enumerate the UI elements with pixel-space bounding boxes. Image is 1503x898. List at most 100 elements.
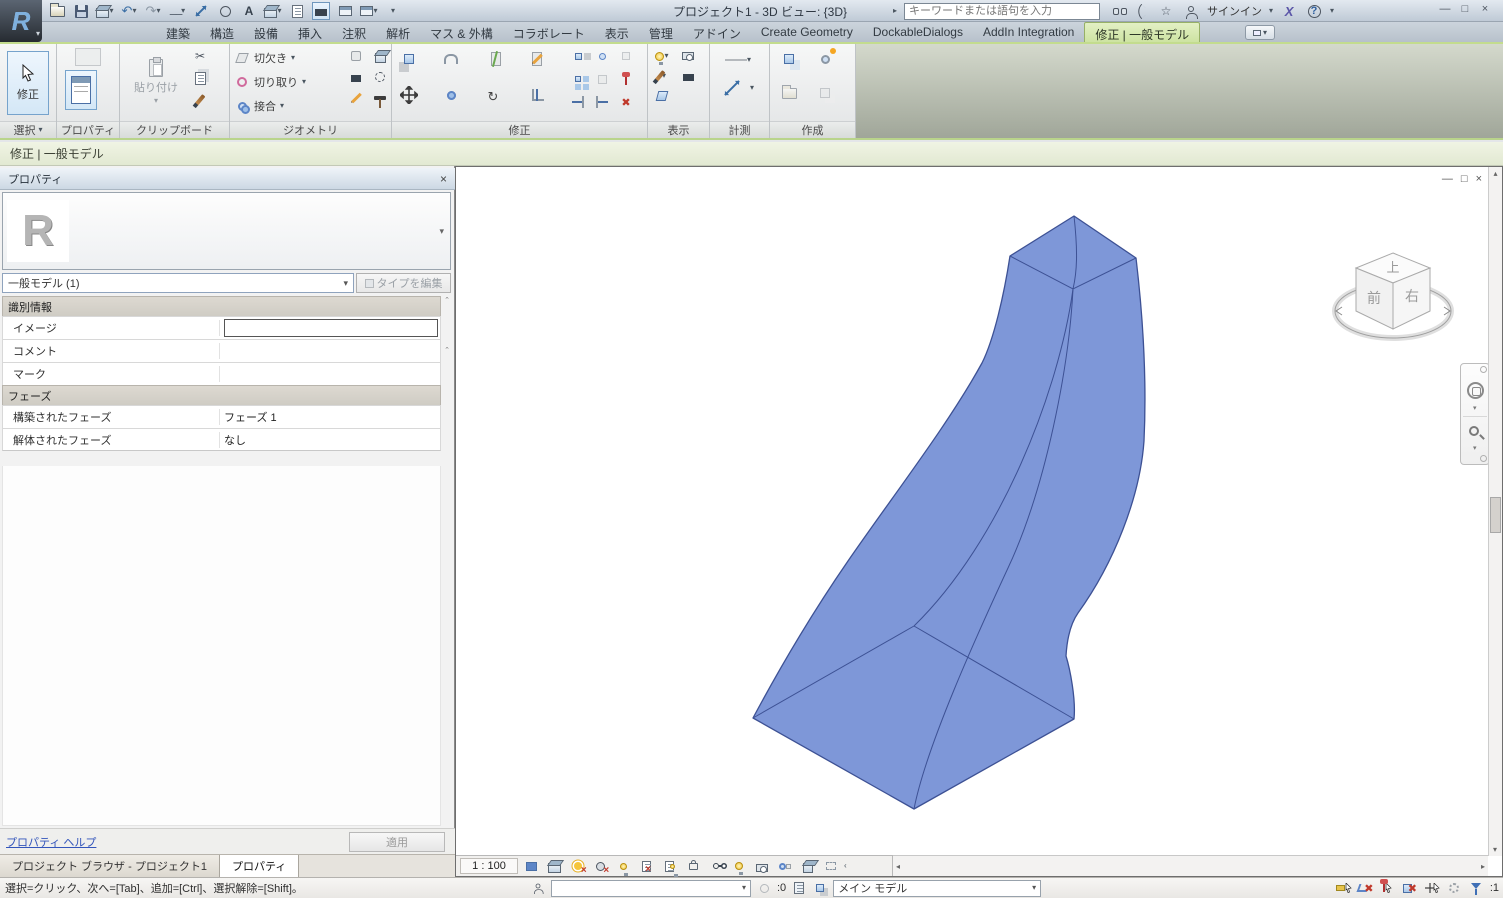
minimize-window-icon[interactable]: —	[1435, 3, 1455, 15]
demolish-icon[interactable]	[372, 48, 388, 64]
favorites-icon[interactable]	[1157, 2, 1175, 20]
properties-help-link[interactable]: プロパティ ヘルプ	[6, 834, 96, 850]
signin-dropdown-icon[interactable]: ▾	[1269, 7, 1273, 15]
tab-view[interactable]: 表示	[595, 22, 639, 42]
search-icon[interactable]	[1107, 2, 1125, 20]
drag-on-selection-toggle-icon[interactable]	[1424, 880, 1440, 896]
paint-icon[interactable]	[348, 48, 364, 64]
select-links-toggle-icon[interactable]	[1336, 880, 1352, 896]
design-options-icon[interactable]	[812, 880, 828, 896]
property-row-mark[interactable]: マーク	[2, 362, 441, 385]
view-restore-icon[interactable]: □	[1461, 173, 1468, 185]
tab-massing-site[interactable]: マス & 外構	[420, 22, 503, 42]
linework-icon[interactable]: ▾	[654, 68, 670, 84]
section-phasing[interactable]: フェーズ	[2, 385, 441, 405]
navigation-bar[interactable]: ▾ ▾	[1460, 363, 1490, 465]
help-dropdown-icon[interactable]: ▾	[1330, 7, 1334, 15]
panel-clipboard-label[interactable]: クリップボード	[120, 121, 229, 138]
worksets-icon[interactable]	[530, 880, 546, 896]
editing-requests-icon[interactable]	[791, 880, 807, 896]
reveal-constraints-icon[interactable]	[821, 858, 840, 875]
tab-structure[interactable]: 構造	[200, 22, 244, 42]
pin-icon[interactable]	[618, 71, 634, 87]
panel-create-label[interactable]: 作成	[770, 121, 855, 138]
tab-addin-integration[interactable]: AddIn Integration	[973, 22, 1084, 42]
displace-elements-icon[interactable]	[654, 88, 670, 104]
analytical-model-icon[interactable]	[775, 858, 794, 875]
switch-windows-icon[interactable]: ▾	[360, 2, 378, 20]
close-hidden-windows-icon[interactable]	[336, 2, 354, 20]
image-value-input[interactable]	[224, 319, 438, 337]
save-icon[interactable]	[72, 2, 90, 20]
search-input[interactable]	[904, 3, 1100, 20]
measure-tool-icon[interactable]: ▾	[718, 80, 758, 96]
type-selector-dropdown[interactable]: 一般モデル (1)▾	[2, 273, 354, 293]
tab-create-geometry[interactable]: Create Geometry	[751, 22, 863, 42]
vertical-scroll-thumb[interactable]	[1490, 497, 1501, 533]
rotate-icon[interactable]	[482, 84, 504, 106]
property-row-comment[interactable]: コメント	[2, 339, 441, 362]
temporary-view-properties-icon[interactable]	[752, 858, 771, 875]
properties-panel-header[interactable]: プロパティ ×	[0, 168, 455, 190]
drawing-area[interactable]: — □ × 上 前 右 ▾ ▾ ▴ ▾ 1 : 100	[455, 166, 1503, 877]
signin-person-icon[interactable]	[1182, 2, 1200, 20]
paste-button[interactable]: 貼り付け ▾	[134, 48, 178, 116]
scroll-up-icon[interactable]: ▴	[1489, 167, 1502, 178]
section-collapse-gutter[interactable]: ⌃⌃	[441, 296, 453, 466]
vcbar-expand-icon[interactable]: ‹	[844, 862, 847, 870]
scroll-right-icon[interactable]: ▸	[1481, 862, 1485, 871]
ribbon-display-toggle[interactable]: ▾	[1245, 25, 1275, 40]
navbar-settings-icon[interactable]	[1480, 455, 1487, 462]
match-type-icon[interactable]	[192, 92, 208, 108]
signin-label[interactable]: サインイン	[1207, 3, 1262, 19]
text-icon[interactable]	[240, 2, 258, 20]
default-3d-view-icon[interactable]: ▾	[264, 2, 282, 20]
trim-extend-icon[interactable]	[524, 84, 546, 106]
override-graphics-icon[interactable]	[680, 68, 696, 84]
scroll-left-icon[interactable]: ◂	[896, 862, 900, 871]
view-minimize-icon[interactable]: —	[1442, 173, 1453, 185]
view-close-icon[interactable]: ×	[1476, 173, 1482, 185]
navbar-options-icon[interactable]	[1480, 366, 1487, 373]
shadows-icon[interactable]	[591, 858, 610, 875]
edit-type-button[interactable]: タイプを編集	[356, 273, 451, 293]
customize-quick-access-icon[interactable]: ▾	[384, 2, 402, 20]
scroll-down-icon[interactable]: ▾	[1493, 845, 1497, 854]
horizontal-scrollbar[interactable]: ◂ ▸	[893, 855, 1488, 876]
create-similar-icon[interactable]	[778, 48, 800, 70]
tab-annotate[interactable]: 注釈	[332, 22, 376, 42]
thin-lines-icon[interactable]	[312, 2, 330, 20]
properties-palette-button[interactable]	[65, 70, 97, 110]
tab-analyze[interactable]: 解析	[376, 22, 420, 42]
filter-icon[interactable]	[1468, 880, 1484, 896]
help-icon[interactable]	[1305, 2, 1323, 20]
scale-icon[interactable]	[618, 48, 634, 64]
redo-icon[interactable]: ▾	[144, 2, 162, 20]
offset-extend-icon[interactable]	[594, 94, 610, 110]
show-crop-region-icon[interactable]	[660, 858, 679, 875]
copy-element-icon[interactable]	[440, 84, 462, 106]
create-group-icon[interactable]	[814, 48, 836, 70]
wall-joins-icon[interactable]	[372, 69, 388, 85]
application-menu-button[interactable]: R▾	[0, 0, 42, 42]
view-scale-button[interactable]: 1 : 100	[460, 858, 518, 874]
vertical-scrollbar[interactable]: ▴ ▾	[1488, 167, 1502, 856]
section-identity-data[interactable]: 識別情報	[2, 296, 441, 316]
zoom-tool-icon[interactable]	[1469, 426, 1479, 436]
property-row-phase-created[interactable]: 構築されたフェーズ フェーズ 1	[2, 405, 441, 428]
split-with-gap-icon[interactable]	[524, 48, 546, 70]
split-element-icon[interactable]	[482, 48, 504, 70]
apply-button[interactable]: 適用	[349, 832, 445, 852]
tab-architecture[interactable]: 建築	[156, 22, 200, 42]
worksets-dropdown[interactable]: ▾	[551, 880, 751, 897]
tab-addins[interactable]: アドイン	[683, 22, 751, 42]
reveal-hidden-elements-icon[interactable]	[729, 858, 748, 875]
type-preview-combobox[interactable]: R ▾	[2, 192, 451, 270]
zoom-dropdown-icon[interactable]: ▾	[1473, 444, 1477, 452]
align-extend-icon[interactable]	[570, 94, 586, 110]
tab-insert[interactable]: 挿入	[288, 22, 332, 42]
viewcube[interactable]: 上 前 右	[1330, 245, 1456, 361]
close-window-icon[interactable]: ×	[1475, 3, 1495, 15]
view-visibility-icon[interactable]: ▾	[654, 48, 670, 64]
measure-icon[interactable]: ▾	[168, 2, 186, 20]
